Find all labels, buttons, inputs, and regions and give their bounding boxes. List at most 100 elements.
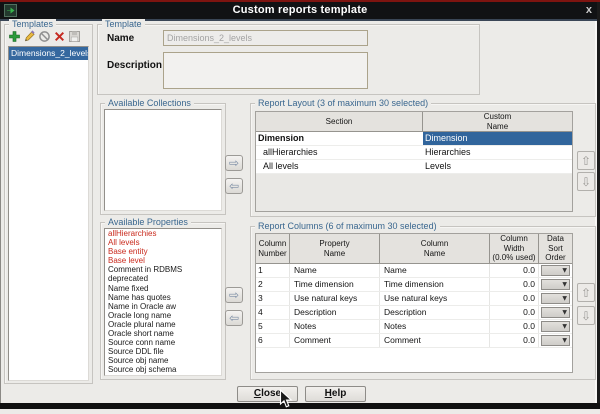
column-name-cell: Time dimension bbox=[380, 278, 490, 291]
column-width-cell: 0.0 bbox=[490, 306, 539, 319]
column-width-cell: 0.0 bbox=[490, 334, 539, 347]
available-collections-title: Available Collections bbox=[105, 98, 194, 108]
column-number-cell: 3 bbox=[256, 292, 290, 305]
report-columns-table[interactable]: Column NumberProperty NameColumn NameCol… bbox=[255, 233, 573, 373]
list-item[interactable]: Name fixed bbox=[105, 284, 221, 293]
sort-order-dropdown[interactable]: ▼ bbox=[541, 279, 570, 290]
description-field[interactable] bbox=[163, 52, 368, 89]
column-name-cell: Comment bbox=[380, 334, 490, 347]
available-properties-list[interactable]: allHierarchiesAll levelsBase entityBase … bbox=[104, 228, 222, 376]
report-layout-table[interactable]: SectionCustom Name DimensionDimensionall… bbox=[255, 111, 573, 212]
property-name-cell: Notes bbox=[290, 320, 380, 333]
table-row[interactable]: All levelsLevels bbox=[256, 160, 572, 174]
sort-order-dropdown[interactable]: ▼ bbox=[541, 307, 570, 318]
data-sort-order-cell: ▼ bbox=[539, 292, 572, 305]
section-cell: Dimension bbox=[256, 132, 423, 145]
data-sort-order-cell: ▼ bbox=[539, 334, 572, 347]
columns-move-down-button[interactable]: ⇩ bbox=[577, 306, 595, 325]
titlebar[interactable]: Custom reports template x bbox=[0, 2, 600, 21]
list-item[interactable]: Base level bbox=[105, 256, 221, 265]
mouse-cursor bbox=[279, 389, 293, 409]
column-number-cell: 6 bbox=[256, 334, 290, 347]
delete-icon[interactable] bbox=[53, 30, 66, 43]
section-cell: All levels bbox=[256, 160, 423, 173]
left-arrow-icon: ⇦ bbox=[229, 180, 239, 192]
dropdown-arrow-icon: ▼ bbox=[562, 338, 567, 344]
list-item[interactable]: All levels bbox=[105, 238, 221, 247]
column-number-cell: 2 bbox=[256, 278, 290, 291]
help-button[interactable]: Help bbox=[305, 386, 366, 402]
report-layout-title: Report Layout (3 of maximum 30 selected) bbox=[255, 98, 431, 108]
table-row[interactable]: 6CommentComment0.0▼ bbox=[256, 334, 572, 348]
list-item[interactable]: Oracle short name bbox=[105, 329, 221, 338]
data-sort-order-cell: ▼ bbox=[539, 306, 572, 319]
column-header: Property Name bbox=[290, 234, 380, 263]
templates-panel-title: Templates bbox=[9, 19, 56, 29]
move-property-left-button[interactable]: ⇦ bbox=[225, 310, 243, 326]
property-name-cell: Name bbox=[290, 264, 380, 277]
column-number-cell: 5 bbox=[256, 320, 290, 333]
list-item[interactable]: deprecated bbox=[105, 274, 221, 283]
templates-panel: Templates Dimensions_2_levels bbox=[4, 24, 93, 384]
dropdown-arrow-icon: ▼ bbox=[562, 310, 567, 316]
column-width-cell: 0.0 bbox=[490, 264, 539, 277]
list-item[interactable]: Oracle long name bbox=[105, 311, 221, 320]
sort-order-dropdown[interactable]: ▼ bbox=[541, 335, 570, 346]
layout-move-up-button[interactable]: ⇧ bbox=[577, 151, 595, 170]
list-item[interactable]: Oracle plural name bbox=[105, 320, 221, 329]
table-row[interactable]: DimensionDimension bbox=[256, 132, 572, 146]
column-number-cell: 1 bbox=[256, 264, 290, 277]
table-row[interactable]: 3Use natural keysUse natural keys0.0▼ bbox=[256, 292, 572, 306]
dropdown-arrow-icon: ▼ bbox=[562, 268, 567, 274]
table-row[interactable]: 2Time dimensionTime dimension0.0▼ bbox=[256, 278, 572, 292]
section-cell: allHierarchies bbox=[256, 146, 423, 159]
column-header: Custom Name bbox=[423, 112, 572, 131]
list-item[interactable]: Name in Oracle aw bbox=[105, 302, 221, 311]
window-close-icon[interactable]: x bbox=[586, 4, 592, 17]
list-item[interactable]: Source obj schema bbox=[105, 365, 221, 374]
list-item[interactable]: Comment in RDBMS bbox=[105, 265, 221, 274]
columns-move-up-button[interactable]: ⇧ bbox=[577, 283, 595, 302]
list-item[interactable]: Source obj name bbox=[105, 356, 221, 365]
move-collection-right-button[interactable]: ⇨ bbox=[225, 155, 243, 171]
add-icon[interactable] bbox=[8, 30, 21, 43]
edit-icon[interactable] bbox=[23, 30, 36, 43]
list-item[interactable]: Base entity bbox=[105, 247, 221, 256]
window-title: Custom reports template bbox=[0, 4, 600, 16]
move-collection-left-button[interactable]: ⇦ bbox=[225, 178, 243, 194]
available-collections-panel: Available Collections bbox=[100, 103, 226, 215]
table-row[interactable]: 1NameName0.0▼ bbox=[256, 264, 572, 278]
dropdown-arrow-icon: ▼ bbox=[562, 296, 567, 302]
list-item[interactable]: allHierarchies bbox=[105, 229, 221, 238]
report-layout-body: DimensionDimensionallHierarchiesHierarch… bbox=[256, 132, 572, 174]
sort-order-dropdown[interactable]: ▼ bbox=[541, 321, 570, 332]
list-item[interactable]: Source DDL file bbox=[105, 347, 221, 356]
column-width-cell: 0.0 bbox=[490, 292, 539, 305]
available-properties-panel: Available Properties allHierarchiesAll l… bbox=[100, 222, 226, 380]
sort-order-dropdown[interactable]: ▼ bbox=[541, 293, 570, 304]
right-arrow-icon: ⇨ bbox=[229, 289, 239, 301]
layout-move-down-button[interactable]: ⇩ bbox=[577, 172, 595, 191]
sort-order-dropdown[interactable]: ▼ bbox=[541, 265, 570, 276]
report-layout-panel: Report Layout (3 of maximum 30 selected)… bbox=[250, 103, 596, 217]
templates-list[interactable]: Dimensions_2_levels bbox=[8, 46, 89, 381]
list-item[interactable]: Source conn name bbox=[105, 338, 221, 347]
available-collections-list[interactable] bbox=[104, 109, 222, 211]
up-arrow-icon: ⇧ bbox=[581, 287, 591, 299]
data-sort-order-cell: ▼ bbox=[539, 320, 572, 333]
table-row[interactable]: 4DescriptionDescription0.0▼ bbox=[256, 306, 572, 320]
template-form: Template Name Dimensions_2_levels Descri… bbox=[97, 24, 480, 95]
data-sort-order-cell: ▼ bbox=[539, 278, 572, 291]
list-item[interactable]: Dimensions_2_levels bbox=[9, 47, 88, 60]
list-item[interactable]: Name has quotes bbox=[105, 293, 221, 302]
template-form-title: Template bbox=[102, 19, 145, 29]
table-row[interactable]: allHierarchiesHierarchies bbox=[256, 146, 572, 160]
window-bottom-edge bbox=[0, 403, 600, 409]
report-columns-title: Report Columns (6 of maximum 30 selected… bbox=[255, 221, 440, 231]
move-property-right-button[interactable]: ⇨ bbox=[225, 287, 243, 303]
property-name-cell: Comment bbox=[290, 334, 380, 347]
table-row[interactable]: 5NotesNotes0.0▼ bbox=[256, 320, 572, 334]
save-icon[interactable] bbox=[68, 30, 81, 43]
no-icon[interactable] bbox=[38, 30, 51, 43]
right-arrow-icon: ⇨ bbox=[229, 157, 239, 169]
